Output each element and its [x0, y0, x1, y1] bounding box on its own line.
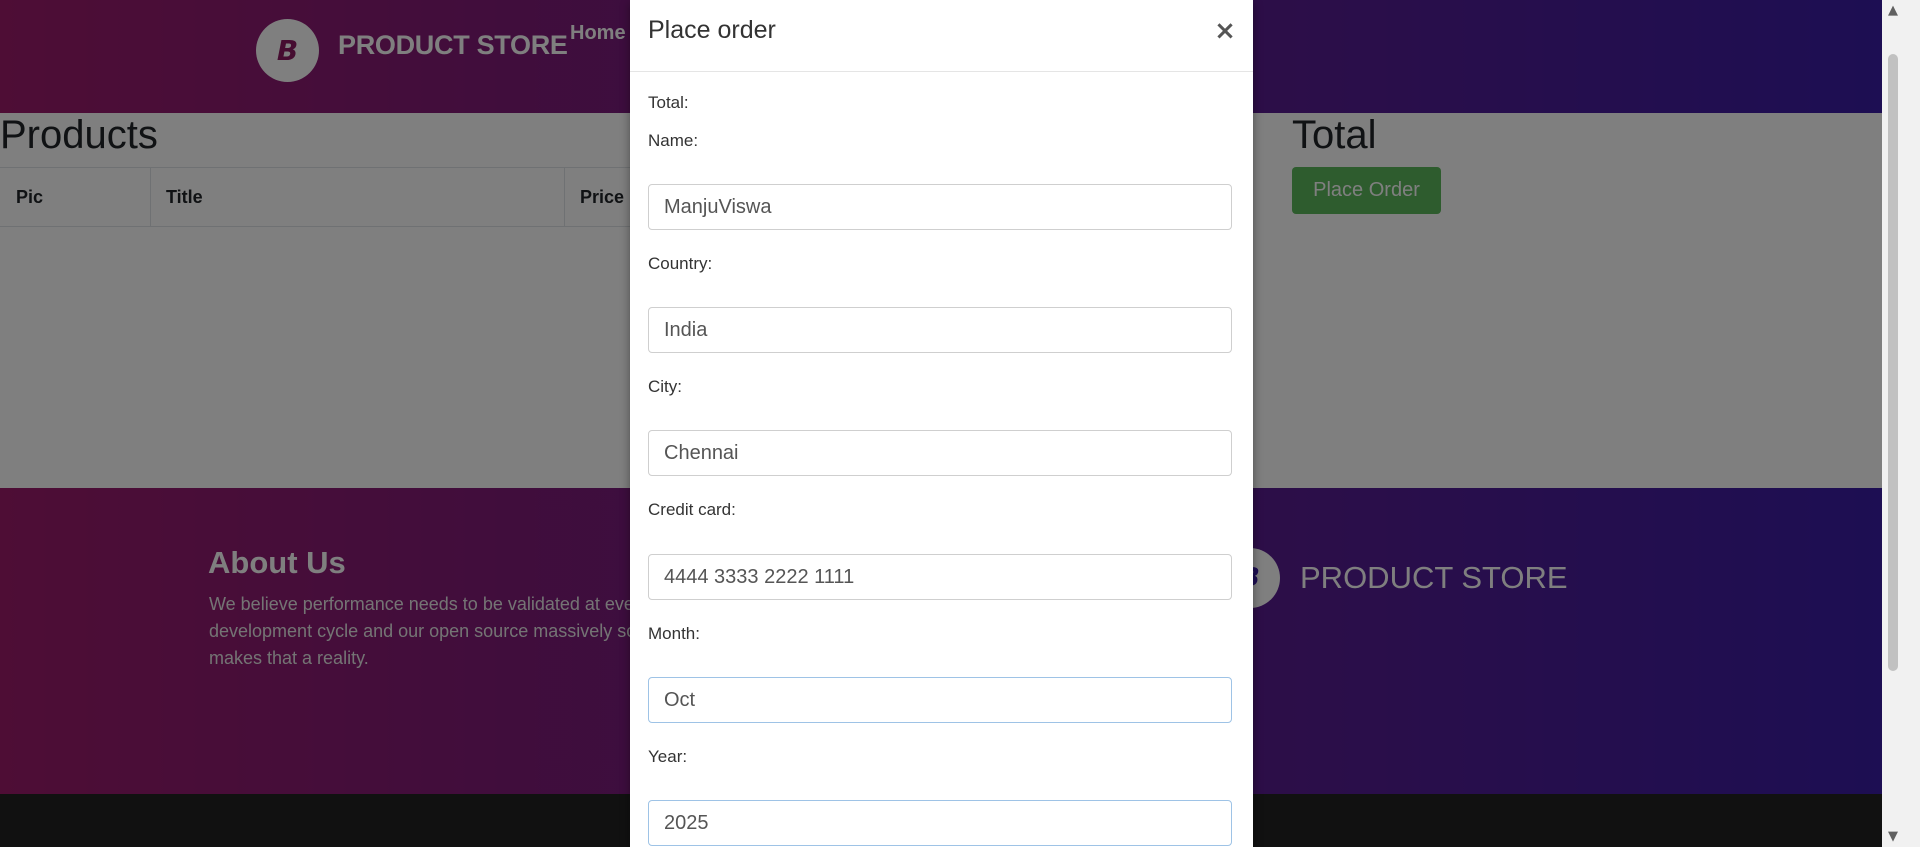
month-label: Month: — [648, 624, 700, 643]
city-label: City: — [648, 377, 682, 396]
scroll-up-icon[interactable]: ▲ — [1886, 4, 1900, 18]
country-input[interactable] — [648, 307, 1232, 353]
name-label: Name: — [648, 131, 699, 150]
close-icon[interactable]: × — [1210, 16, 1240, 46]
year-input[interactable] — [648, 800, 1232, 846]
scrollbar-thumb[interactable] — [1888, 54, 1898, 671]
month-input[interactable] — [648, 677, 1232, 723]
modal-title: Place order — [648, 16, 776, 44]
credit-card-input[interactable] — [648, 554, 1232, 600]
place-order-modal: Place order × Total: Name: Country: City… — [630, 0, 1253, 847]
total-label: Total: — [648, 93, 689, 112]
scroll-down-icon[interactable]: ▼ — [1886, 830, 1900, 844]
credit-card-label: Credit card: — [648, 500, 736, 519]
city-input[interactable] — [648, 430, 1232, 476]
modal-header: Place order × — [630, 0, 1253, 72]
name-input[interactable] — [648, 184, 1232, 230]
country-label: Country: — [648, 254, 713, 273]
year-label: Year: — [648, 747, 688, 766]
